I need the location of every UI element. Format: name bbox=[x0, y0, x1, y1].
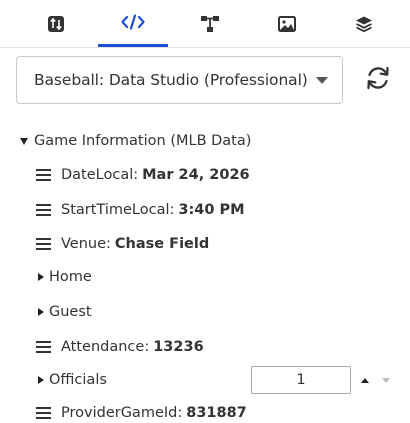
field-label: Venue: bbox=[61, 236, 111, 252]
caret-right-icon bbox=[38, 273, 44, 281]
layers-icon bbox=[356, 16, 372, 33]
tab-image[interactable] bbox=[252, 0, 322, 48]
field-label: DateLocal: bbox=[61, 167, 139, 183]
tree-node-officials[interactable]: Officials bbox=[38, 369, 107, 391]
data-source-select[interactable]: Baseball: Data Studio (Professional) bbox=[16, 56, 343, 104]
drag-handle-icon[interactable] bbox=[36, 407, 51, 419]
field-row-start-time-local: StartTimeLocal: 3:40 PM bbox=[36, 199, 245, 221]
arrow-up-icon bbox=[361, 377, 369, 383]
data-source-value: Baseball: Data Studio (Professional) bbox=[34, 71, 308, 89]
field-row-attendance: Attendance: 13236 bbox=[36, 336, 204, 358]
tree-node-guest[interactable]: Guest bbox=[38, 301, 92, 323]
field-value: Mar 24, 2026 bbox=[142, 167, 250, 183]
field-value: 831887 bbox=[186, 405, 247, 421]
arrow-down-icon bbox=[382, 377, 390, 383]
field-row-venue: Venue: Chase Field bbox=[36, 233, 209, 255]
toolbar-tabs bbox=[0, 0, 410, 48]
drag-handle-icon[interactable] bbox=[36, 204, 51, 216]
tab-code[interactable] bbox=[98, 0, 168, 47]
tab-layers[interactable] bbox=[329, 0, 399, 48]
tree-node-label: Guest bbox=[49, 304, 92, 320]
stepper-down-button[interactable] bbox=[377, 366, 395, 394]
caret-right-icon bbox=[38, 376, 44, 384]
chevron-down-icon bbox=[316, 77, 328, 84]
image-icon bbox=[278, 16, 296, 32]
sort-arrows-icon bbox=[48, 16, 64, 32]
field-value: 3:40 PM bbox=[178, 202, 245, 218]
tree-node-home[interactable]: Home bbox=[38, 266, 92, 288]
refresh-icon bbox=[367, 66, 389, 90]
hierarchy-icon bbox=[201, 16, 219, 32]
drag-handle-icon[interactable] bbox=[36, 169, 51, 181]
field-value: 13236 bbox=[153, 339, 204, 355]
field-label: Attendance: bbox=[61, 339, 150, 355]
code-icon bbox=[121, 14, 145, 30]
tree-node-label: Officials bbox=[49, 372, 107, 388]
tab-sort[interactable] bbox=[21, 0, 91, 48]
field-label: StartTimeLocal: bbox=[61, 202, 175, 218]
caret-down-icon bbox=[20, 137, 28, 145]
caret-right-icon bbox=[38, 308, 44, 316]
field-row-provider-game-id: ProviderGameId: 831887 bbox=[36, 402, 247, 423]
drag-handle-icon[interactable] bbox=[36, 238, 51, 250]
tree-node-label: Game Information (MLB Data) bbox=[34, 133, 252, 149]
officials-index-input[interactable] bbox=[251, 366, 351, 394]
stepper-up-button[interactable] bbox=[356, 366, 374, 394]
refresh-button[interactable] bbox=[358, 58, 398, 98]
tab-hierarchy[interactable] bbox=[175, 0, 245, 48]
tree-node-label: Home bbox=[49, 269, 92, 285]
field-row-date-local: DateLocal: Mar 24, 2026 bbox=[36, 164, 250, 186]
field-value: Chase Field bbox=[114, 236, 210, 252]
field-label: ProviderGameId: bbox=[61, 405, 183, 421]
drag-handle-icon[interactable] bbox=[36, 341, 51, 353]
tree-node-game-information[interactable]: Game Information (MLB Data) bbox=[20, 130, 251, 152]
